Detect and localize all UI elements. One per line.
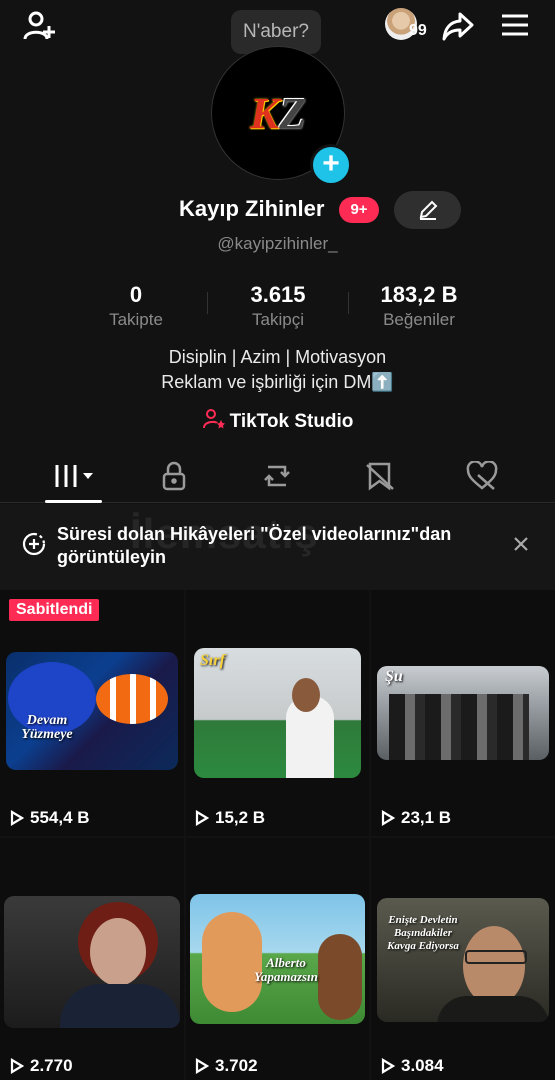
video-thumbnail: Enişte Devletin Başındakiler Kavga Ediyo… bbox=[377, 898, 549, 1022]
profile-tabs bbox=[0, 452, 555, 503]
view-count: 3.084 bbox=[381, 1056, 444, 1076]
play-icon bbox=[10, 810, 24, 826]
creator-icon bbox=[202, 409, 225, 429]
video-cell[interactable]: Enişte Devletin Başındakiler Kavga Ediyo… bbox=[371, 838, 555, 1080]
tab-videos[interactable] bbox=[45, 458, 105, 494]
add-friend-icon[interactable] bbox=[20, 8, 58, 44]
tab-saved[interactable] bbox=[350, 458, 410, 494]
video-overlay-text: Alberto Yapamazsın bbox=[254, 955, 318, 984]
face-shape bbox=[463, 926, 525, 1006]
view-count: 2.770 bbox=[10, 1056, 73, 1076]
stat-following-label: Takipte bbox=[109, 310, 163, 329]
stat-likes-label: Beğeniler bbox=[383, 310, 455, 329]
notification-badge[interactable]: 9+ bbox=[339, 197, 379, 223]
play-icon bbox=[381, 810, 395, 826]
friends-avatar-stack[interactable]: 99 bbox=[385, 8, 433, 42]
tiktok-studio-label: TikTok Studio bbox=[229, 411, 354, 432]
video-thumbnail: Alberto Yapamazsın bbox=[190, 894, 365, 1024]
video-thumbnail: Sırf bbox=[194, 648, 361, 778]
video-cell[interactable]: Alberto Yapamazsın 3.702 bbox=[186, 838, 369, 1080]
pinned-badge: Sabitlendi bbox=[9, 599, 100, 621]
tab-reposts[interactable] bbox=[247, 458, 307, 494]
share-icon[interactable] bbox=[440, 8, 476, 44]
view-count: 554,4 B bbox=[10, 808, 90, 828]
stat-following[interactable]: 0 Takipte bbox=[66, 282, 206, 330]
stat-followers-value: 3.615 bbox=[250, 282, 306, 307]
grid-icon bbox=[55, 465, 93, 487]
heart-hidden-icon bbox=[466, 461, 498, 490]
jacket-shape bbox=[60, 984, 180, 1028]
watermark-logo: İlemsatış bbox=[130, 510, 319, 557]
video-thumbnail bbox=[4, 896, 180, 1028]
profile-handle: @kayipzihinler_ bbox=[217, 234, 338, 253]
view-count: 23,1 B bbox=[381, 808, 451, 828]
play-icon bbox=[381, 1058, 395, 1074]
view-count-value: 15,2 B bbox=[215, 808, 266, 827]
video-overlay-text: Sırf bbox=[200, 652, 225, 669]
video-overlay-text: Enişte Devletin Başındakiler Kavga Ediyo… bbox=[387, 914, 459, 952]
kz-logo: KZ bbox=[249, 88, 307, 138]
video-thumbnail: Devam Yüzmeye bbox=[6, 652, 178, 770]
stat-followers-label: Takipçi bbox=[252, 310, 304, 329]
menu-icon[interactable] bbox=[498, 10, 532, 40]
play-icon bbox=[195, 810, 209, 826]
tab-liked[interactable] bbox=[452, 458, 512, 494]
face-shape bbox=[90, 918, 146, 986]
stat-followers[interactable]: 3.615 Takipçi bbox=[208, 282, 348, 330]
play-icon bbox=[10, 1058, 24, 1074]
lock-icon bbox=[162, 461, 186, 491]
video-overlay-text: Şu bbox=[385, 668, 403, 685]
video-cell[interactable]: Şu 23,1 B bbox=[371, 590, 555, 836]
view-count-value: 23,1 B bbox=[401, 808, 452, 827]
edit-profile-button[interactable] bbox=[394, 191, 461, 229]
video-cell[interactable]: Devam Yüzmeye 554,4 B bbox=[0, 590, 184, 836]
notification-count: 99 bbox=[409, 22, 427, 39]
add-story-button[interactable]: + bbox=[310, 144, 352, 186]
video-cell[interactable]: Sırf 15,2 B bbox=[186, 590, 369, 836]
stat-likes[interactable]: 183,2 B Beğeniler bbox=[349, 282, 489, 330]
bio-line-2: Reklam ve işbirliği için DM⬆️ bbox=[161, 372, 394, 392]
bio-line-1: Disiplin | Azim | Motivasyon bbox=[168, 347, 387, 367]
view-count-value: 554,4 B bbox=[30, 808, 90, 827]
view-count-value: 3.702 bbox=[215, 1056, 258, 1075]
stat-likes-value: 183,2 B bbox=[380, 282, 458, 307]
people-shapes bbox=[389, 694, 529, 760]
video-thumbnail: Şu bbox=[377, 666, 549, 760]
tiktok-studio-link[interactable]: TikTok Studio bbox=[0, 408, 555, 433]
head-shape bbox=[292, 678, 320, 712]
view-count: 3.702 bbox=[195, 1056, 258, 1076]
jacket-shape bbox=[437, 996, 549, 1022]
view-count-value: 2.770 bbox=[30, 1056, 73, 1075]
play-icon bbox=[195, 1058, 209, 1074]
story-add-icon bbox=[22, 532, 46, 556]
profile-name: Kayıp Zihinler bbox=[179, 196, 325, 221]
video-overlay-text: Devam Yüzmeye bbox=[21, 713, 73, 742]
glasses-shape bbox=[465, 950, 527, 964]
close-icon[interactable] bbox=[513, 536, 529, 552]
pencil-icon bbox=[419, 200, 437, 220]
video-cell[interactable]: 2.770 bbox=[0, 838, 184, 1080]
character-shape-2 bbox=[318, 934, 362, 1020]
view-count: 15,2 B bbox=[195, 808, 265, 828]
repost-icon bbox=[264, 465, 290, 487]
stat-following-value: 0 bbox=[129, 282, 143, 307]
fish-orange-shape bbox=[96, 674, 168, 724]
bookmark-hidden-icon bbox=[366, 462, 394, 491]
view-count-value: 3.084 bbox=[401, 1056, 444, 1075]
tab-private[interactable] bbox=[144, 458, 204, 494]
active-tab-indicator bbox=[45, 500, 102, 503]
